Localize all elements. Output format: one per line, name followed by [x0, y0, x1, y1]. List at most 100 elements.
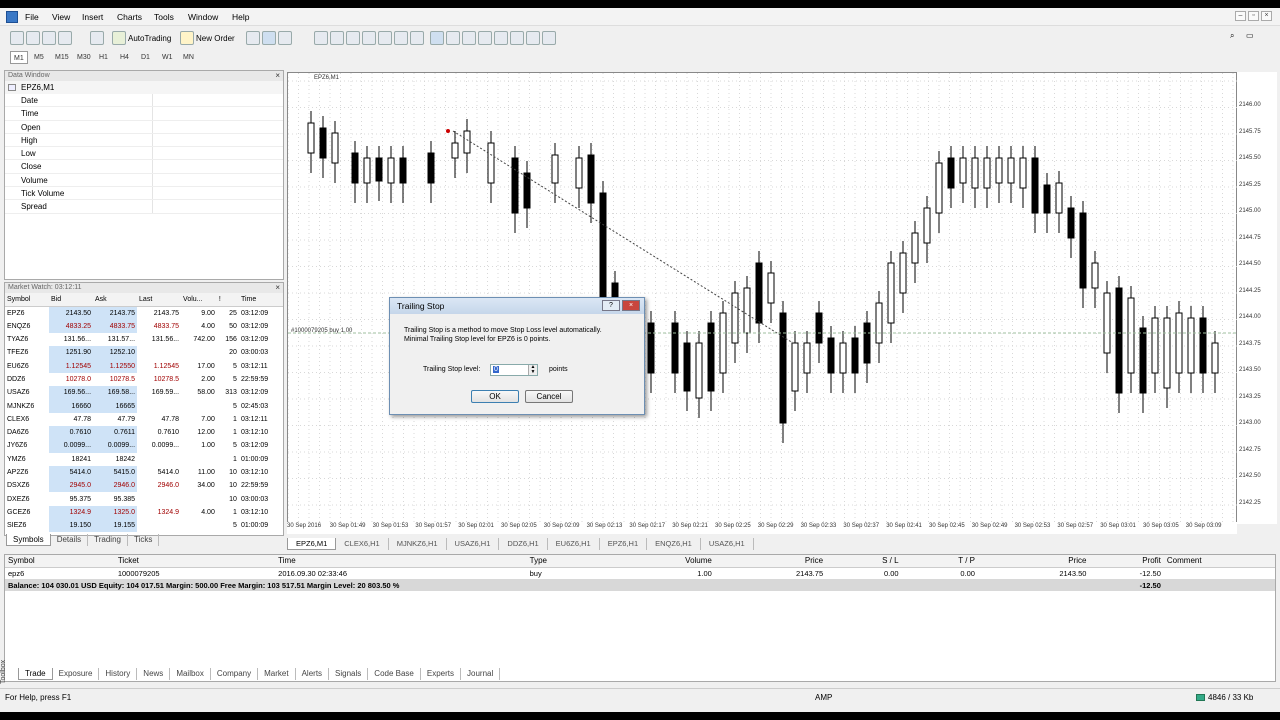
- close-icon[interactable]: ×: [1261, 11, 1272, 21]
- chat-icon[interactable]: ▭: [1246, 31, 1260, 45]
- trade-col-header[interactable]: Time: [275, 555, 527, 568]
- vertical-line-icon[interactable]: [462, 31, 476, 45]
- tf-h1[interactable]: H1: [96, 51, 111, 64]
- mw-col-header[interactable]: Volu...: [181, 293, 217, 307]
- market-watch-row[interactable]: TFEZ6 1251.90 1252.10 20 03:00:03: [5, 346, 283, 360]
- new-chart-icon[interactable]: [10, 31, 24, 45]
- mw-col-header[interactable]: Time: [238, 293, 283, 307]
- tile-windows-icon[interactable]: [346, 31, 360, 45]
- menu-insert[interactable]: Insert: [82, 12, 103, 22]
- market-watch-row[interactable]: GCEZ6 1324.9 1325.0 1324.9 4.00 1 03:12:10: [5, 505, 283, 520]
- trade-col-header[interactable]: S / L: [826, 555, 902, 568]
- mw-col-header[interactable]: !: [216, 293, 239, 307]
- chart-tab[interactable]: EPZ6,M1: [287, 538, 337, 550]
- close-icon[interactable]: ×: [622, 300, 640, 311]
- chart-tab[interactable]: DDZ6,H1: [499, 538, 548, 550]
- market-watch-row[interactable]: EU6Z6 1.12545 1.12550 1.12545 17.00 5 03:12:11: [5, 359, 283, 373]
- tab-details[interactable]: Details: [51, 534, 89, 546]
- market-watch-row[interactable]: ENQZ6 4833.25 4833.75 4833.75 4.00 50 03:12:09: [5, 319, 283, 333]
- mw-col-header[interactable]: Bid: [49, 293, 94, 307]
- trade-col-header[interactable]: Price: [977, 555, 1090, 568]
- trade-col-header[interactable]: Comment: [1163, 555, 1275, 568]
- tab-ticks[interactable]: Ticks: [128, 534, 160, 546]
- chart-tab[interactable]: EU6Z6,H1: [548, 538, 600, 550]
- restore-icon[interactable]: ▫: [1248, 11, 1259, 21]
- tab-alerts[interactable]: Alerts: [296, 668, 330, 680]
- market-watch-row[interactable]: DSXZ6 2945.0 2946.0 2946.0 34.00 10 22:59:59: [5, 479, 283, 493]
- close-icon[interactable]: ×: [275, 71, 280, 81]
- market-watch-row[interactable]: JY6Z6 0.0099... 0.0099... 0.0099... 1.00 5 03:…: [5, 439, 283, 453]
- tab-trade[interactable]: Trade: [18, 668, 53, 680]
- search-icon[interactable]: ⌕: [1230, 31, 1244, 45]
- horizontal-line-icon[interactable]: [478, 31, 492, 45]
- zoom-out-icon[interactable]: [330, 31, 344, 45]
- tab-signals[interactable]: Signals: [329, 668, 369, 680]
- market-watch-row[interactable]: AP2Z6 5414.0 5415.0 5414.0 11.00 10 03:12:10: [5, 465, 283, 480]
- market-watch-row[interactable]: CLEX6 47.78 47.79 47.78 7.00 1 03:12:11: [5, 413, 283, 426]
- trade-col-header[interactable]: Ticket: [114, 555, 276, 568]
- tab-market[interactable]: Market: [258, 668, 296, 680]
- tab-news[interactable]: News: [137, 668, 171, 680]
- tf-mn[interactable]: MN: [180, 51, 197, 64]
- menu-charts[interactable]: Charts: [117, 12, 142, 22]
- crosshair-icon[interactable]: [446, 31, 460, 45]
- tab-trading[interactable]: Trading: [88, 534, 128, 546]
- menu-window[interactable]: Window: [188, 12, 218, 22]
- trendline-icon[interactable]: [494, 31, 508, 45]
- tf-w1[interactable]: W1: [159, 51, 176, 64]
- trailing-level-input[interactable]: 0 ▲ ▼: [490, 364, 538, 376]
- tab-exposure[interactable]: Exposure: [53, 668, 100, 680]
- menu-help[interactable]: Help: [232, 12, 249, 22]
- market-watch-row[interactable]: YMZ6 18241 18242 1 01:00:09: [5, 453, 283, 466]
- periods-icon[interactable]: [410, 31, 424, 45]
- minimize-icon[interactable]: –: [1235, 11, 1246, 21]
- trade-col-header[interactable]: Profit: [1089, 555, 1164, 568]
- market-watch-row[interactable]: DA6Z6 0.7610 0.7611 0.7610 12.00 1 03:12:10: [5, 425, 283, 440]
- candlestick-icon[interactable]: [262, 31, 276, 45]
- trade-col-header[interactable]: Volume: [605, 555, 715, 568]
- equidistant-channel-icon[interactable]: [510, 31, 524, 45]
- tab-symbols[interactable]: Symbols: [6, 534, 51, 546]
- chart-tab[interactable]: EPZ6,H1: [600, 538, 648, 550]
- zoom-in-icon[interactable]: [314, 31, 328, 45]
- tf-m5[interactable]: M5: [31, 51, 47, 64]
- mw-col-header[interactable]: Last: [137, 293, 182, 307]
- profiles-icon[interactable]: [26, 31, 40, 45]
- navigator-icon[interactable]: [58, 31, 72, 45]
- cancel-button[interactable]: Cancel: [525, 390, 573, 403]
- tf-d1[interactable]: D1: [138, 51, 153, 64]
- close-icon[interactable]: ×: [275, 283, 280, 293]
- menu-file[interactable]: File: [25, 12, 39, 22]
- trade-col-header[interactable]: Symbol: [5, 555, 115, 568]
- market-watch-row[interactable]: USAZ6 169.56... 169.58... 169.59... 58.00 313…: [5, 386, 283, 400]
- market-watch-row[interactable]: DDZ6 10278.0 10278.5 10278.5 2.00 5 22:59:59: [5, 373, 283, 386]
- mw-col-header[interactable]: Symbol: [5, 293, 49, 307]
- market-watch-row[interactable]: TYAZ6 131.56... 131.57... 131.56... 742.00 15…: [5, 333, 283, 346]
- new-order-button[interactable]: New Order: [180, 30, 235, 46]
- mw-col-header[interactable]: Ask: [93, 293, 138, 307]
- tf-m30[interactable]: M30: [74, 51, 94, 64]
- chart-tab[interactable]: USAZ6,H1: [701, 538, 754, 550]
- tab-code-base[interactable]: Code Base: [368, 668, 421, 680]
- indicators-icon[interactable]: [394, 31, 408, 45]
- market-watch-row[interactable]: SIEZ6 19.150 19.155 5 01:00:09: [5, 519, 283, 533]
- line-chart-icon[interactable]: [278, 31, 292, 45]
- chart-tab[interactable]: USAZ6,H1: [447, 538, 500, 550]
- tab-experts[interactable]: Experts: [421, 668, 462, 680]
- bar-chart-icon[interactable]: [246, 31, 260, 45]
- tf-m15[interactable]: M15: [52, 51, 72, 64]
- tf-m1[interactable]: M1: [10, 51, 28, 64]
- fibonacci-icon[interactable]: [526, 31, 540, 45]
- autotrading-button[interactable]: AutoTrading: [112, 30, 171, 46]
- tf-h4[interactable]: H4: [117, 51, 132, 64]
- meta-editor-icon[interactable]: [90, 31, 104, 45]
- trade-col-header[interactable]: T / P: [901, 555, 978, 568]
- spin-arrows-icon[interactable]: ▲ ▼: [528, 365, 537, 375]
- market-watch-row[interactable]: DXEZ6 95.375 95.385 10 03:00:03: [5, 492, 283, 505]
- autoscroll-icon[interactable]: [362, 31, 376, 45]
- market-watch-row[interactable]: MJNKZ6 16660 16665 5 02:45:03: [5, 399, 283, 413]
- chart-tab[interactable]: ENQZ6,H1: [647, 538, 701, 550]
- chart-shift-icon[interactable]: [378, 31, 392, 45]
- cursor-icon[interactable]: [430, 31, 444, 45]
- tab-journal[interactable]: Journal: [461, 668, 501, 680]
